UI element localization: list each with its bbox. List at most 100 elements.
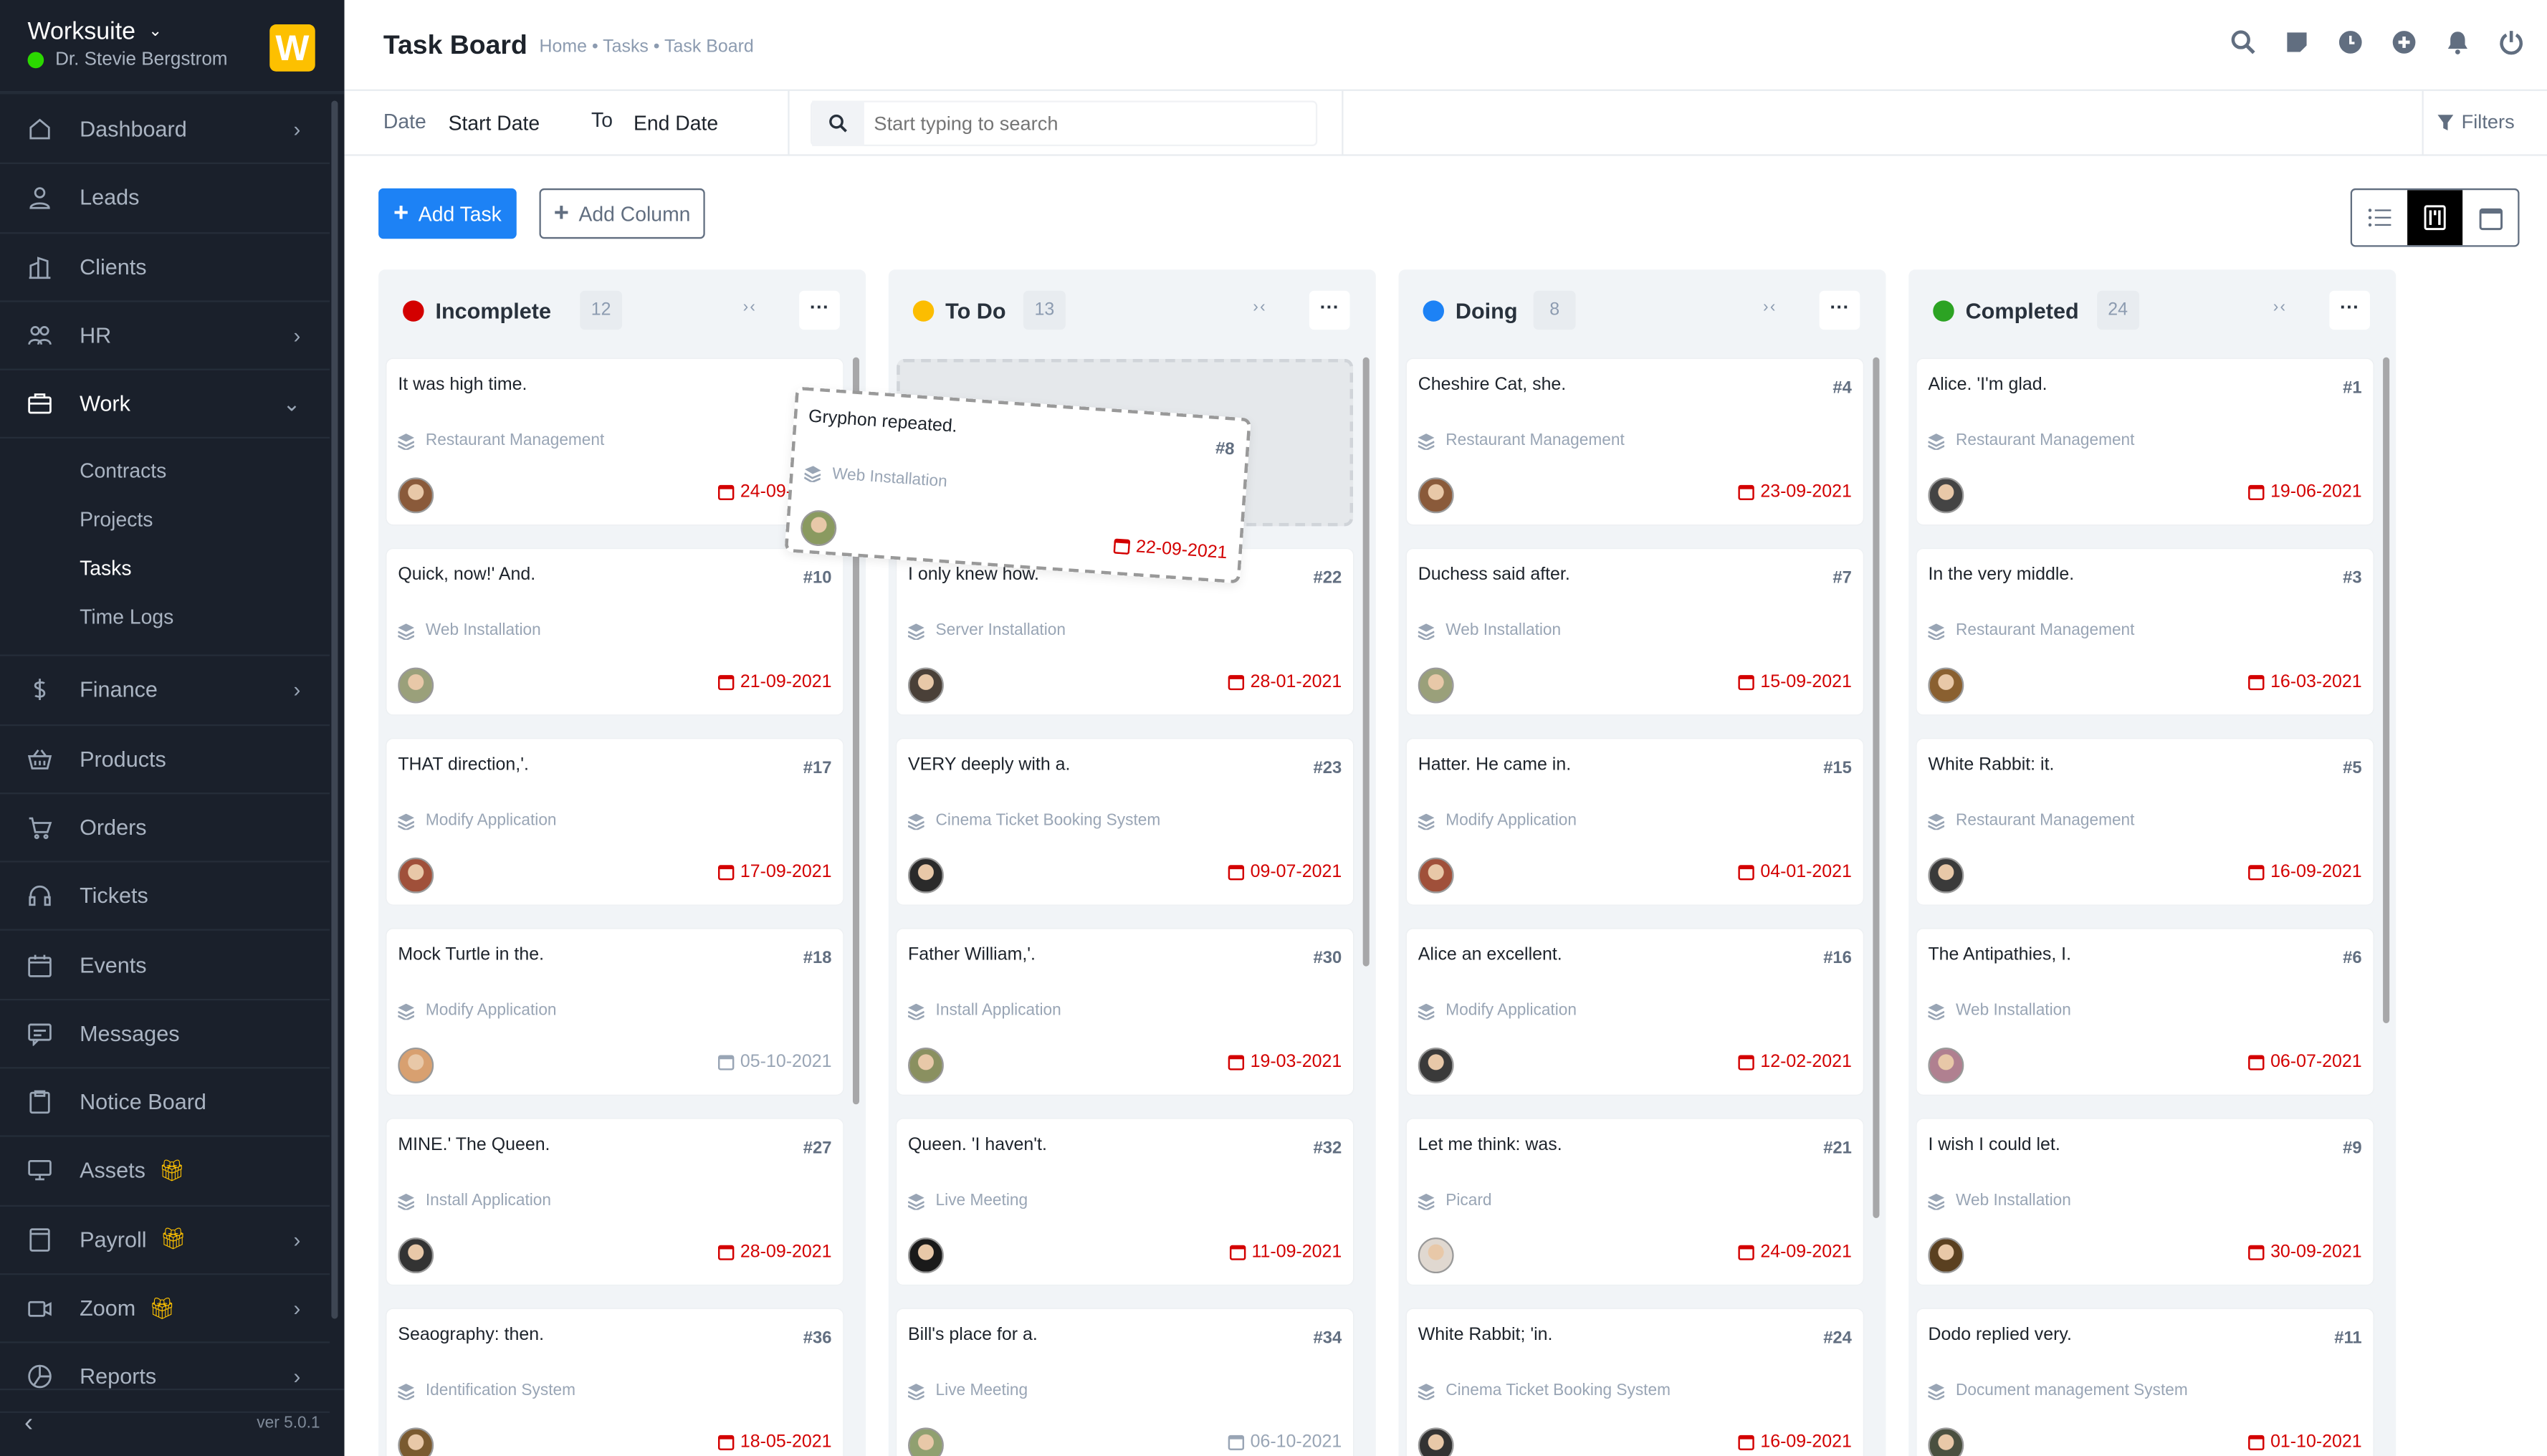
kanban-view-button[interactable]: [2407, 190, 2463, 246]
task-card[interactable]: In the very middle. #3 Restaurant Manage…: [1916, 549, 2374, 715]
column-scrollbar[interactable]: [2383, 357, 2390, 1023]
task-card[interactable]: Seaography: then. #36 Identification Sys…: [386, 1308, 844, 1456]
start-date-input[interactable]: Start Date: [449, 112, 540, 135]
plus-circle-icon[interactable]: [2391, 29, 2417, 55]
task-card[interactable]: Father William,'. #30 Install Applicatio…: [897, 929, 1354, 1095]
breadcrumb[interactable]: Home • Tasks • Task Board: [540, 37, 754, 57]
collapse-column-icon[interactable]: ›‹: [1763, 299, 1777, 317]
task-card[interactable]: Let me think: was. #21 Picard 24-09-2021: [1406, 1119, 1863, 1285]
sidebar-item-dashboard[interactable]: Dashboard ›: [0, 96, 330, 165]
add-column-button[interactable]: + Add Column: [539, 188, 705, 239]
avatar[interactable]: [1418, 1047, 1454, 1083]
sidebar-item-payroll[interactable]: Payroll 🎁︎ ›: [0, 1206, 330, 1275]
task-card[interactable]: Alice. 'I'm glad. #1 Restaurant Manageme…: [1916, 358, 2374, 525]
task-card[interactable]: Hatter. He came in. #15 Modify Applicati…: [1406, 739, 1863, 905]
sidebar-item-products[interactable]: Products: [0, 725, 330, 794]
task-card[interactable]: VERY deeply with a. #23 Cinema Ticket Bo…: [897, 739, 1354, 905]
avatar[interactable]: [1928, 1047, 1964, 1083]
column-menu-button[interactable]: ···: [1309, 290, 1350, 330]
end-date-input[interactable]: End Date: [634, 112, 718, 135]
avatar[interactable]: [799, 509, 838, 547]
avatar[interactable]: [1418, 667, 1454, 704]
avatar[interactable]: [1928, 667, 1964, 704]
sidebar-item-tickets[interactable]: Tickets: [0, 863, 330, 931]
avatar[interactable]: [1928, 1237, 1964, 1274]
sidebar-item-clients[interactable]: Clients: [0, 233, 330, 302]
search-icon[interactable]: [2230, 29, 2256, 55]
calendar-icon: [2247, 484, 2264, 500]
task-card[interactable]: MINE.' The Queen. #27 Install Applicatio…: [386, 1119, 844, 1285]
sidebar-item-work[interactable]: Work ⌄: [0, 370, 330, 440]
avatar[interactable]: [908, 857, 944, 894]
task-card[interactable]: Queen. 'I haven't. #32 Live Meeting 11-0…: [897, 1119, 1354, 1285]
clock-icon[interactable]: [2338, 29, 2364, 55]
filters-button[interactable]: Filters: [2437, 110, 2515, 133]
avatar[interactable]: [398, 857, 434, 894]
sidebar-item-hr[interactable]: HR ›: [0, 302, 330, 371]
avatar[interactable]: [398, 1047, 434, 1083]
avatar[interactable]: [908, 1237, 944, 1274]
avatar[interactable]: [908, 1047, 944, 1083]
avatar[interactable]: [1418, 1427, 1454, 1456]
collapse-column-icon[interactable]: ›‹: [743, 299, 758, 317]
task-card[interactable]: Duchess said after. #7 Web Installation …: [1406, 549, 1863, 715]
sidebar-item-messages[interactable]: Messages: [0, 1000, 330, 1069]
task-card[interactable]: Cheshire Cat, she. #4 Restaurant Managem…: [1406, 358, 1863, 525]
avatar[interactable]: [1928, 857, 1964, 894]
search-input[interactable]: [864, 112, 1303, 135]
app-logo[interactable]: W: [269, 24, 315, 72]
task-card[interactable]: White Rabbit; 'in. #24 Cinema Ticket Boo…: [1406, 1308, 1863, 1456]
sidebar-item-events[interactable]: Events: [0, 931, 330, 1000]
task-card[interactable]: The Antipathies, I. #6 Web Installation …: [1916, 929, 2374, 1095]
avatar[interactable]: [1418, 477, 1454, 514]
task-card[interactable]: I wish I could let. #9 Web Installation …: [1916, 1119, 2374, 1285]
sidebar-item-finance[interactable]: Finance ›: [0, 656, 330, 726]
avatar[interactable]: [1928, 477, 1964, 514]
submenu-item-projects[interactable]: Projects: [0, 497, 330, 545]
task-card[interactable]: Quick, now!' And. #10 Web Installation 2…: [386, 549, 844, 715]
avatar[interactable]: [398, 477, 434, 514]
task-card[interactable]: THAT direction,'. #17 Modify Application…: [386, 739, 844, 905]
task-card[interactable]: White Rabbit: it. #5 Restaurant Manageme…: [1916, 739, 2374, 905]
bell-icon[interactable]: [2445, 29, 2470, 55]
collapse-sidebar-icon[interactable]: ‹: [24, 1409, 33, 1438]
power-icon[interactable]: [2498, 29, 2524, 55]
task-card[interactable]: Bill's place for a. #34 Live Meeting 06-…: [897, 1308, 1354, 1456]
sidebar-item-leads[interactable]: Leads: [0, 165, 330, 234]
column-scrollbar[interactable]: [1362, 357, 1370, 967]
sidebar-item-assets[interactable]: Assets 🎁︎: [0, 1137, 330, 1207]
column-scrollbar[interactable]: [1873, 357, 1880, 1218]
sidebar-item-orders[interactable]: Orders: [0, 794, 330, 863]
column-menu-button[interactable]: ···: [799, 290, 840, 330]
collapse-column-icon[interactable]: ›‹: [2273, 299, 2288, 317]
avatar[interactable]: [908, 667, 944, 704]
column-menu-button[interactable]: ···: [2329, 290, 2370, 330]
list-view-button[interactable]: [2352, 190, 2407, 245]
current-user[interactable]: Dr. Stevie Bergstrom: [27, 50, 228, 70]
task-card[interactable]: Dodo replied very. #11 Document manageme…: [1916, 1308, 2374, 1456]
avatar[interactable]: [398, 667, 434, 704]
avatar[interactable]: [1928, 1427, 1964, 1456]
calendar-view-button[interactable]: [2462, 190, 2518, 245]
submenu-item-time-logs[interactable]: Time Logs: [0, 594, 330, 642]
avatar[interactable]: [398, 1427, 434, 1456]
task-card[interactable]: It was high time. Restaurant Management …: [386, 358, 844, 525]
sidebar-item-zoom[interactable]: Zoom 🎁︎ ›: [0, 1275, 330, 1344]
avatar[interactable]: [908, 1427, 944, 1456]
sidebar-item-notice-board[interactable]: Notice Board: [0, 1068, 330, 1138]
task-card[interactable]: Alice an excellent. #16 Modify Applicati…: [1406, 929, 1863, 1095]
submenu-item-tasks[interactable]: Tasks: [0, 545, 330, 593]
sidebar-scrollbar[interactable]: [331, 100, 338, 1319]
task-id: #10: [803, 568, 832, 588]
add-task-button[interactable]: + Add Task: [378, 188, 517, 239]
collapse-column-icon[interactable]: ›‹: [1253, 299, 1267, 317]
avatar[interactable]: [398, 1237, 434, 1274]
workspace-switcher[interactable]: Worksuite ⌄: [28, 18, 163, 46]
task-card[interactable]: Gryphon repeated. #8 Web Installation 22…: [784, 386, 1251, 584]
avatar[interactable]: [1418, 1237, 1454, 1274]
task-card[interactable]: Mock Turtle in the. #18 Modify Applicati…: [386, 929, 844, 1095]
avatar[interactable]: [1418, 857, 1454, 894]
submenu-item-contracts[interactable]: Contracts: [0, 449, 330, 497]
sticky-note-icon[interactable]: [2284, 29, 2310, 55]
column-menu-button[interactable]: ···: [1819, 290, 1860, 330]
